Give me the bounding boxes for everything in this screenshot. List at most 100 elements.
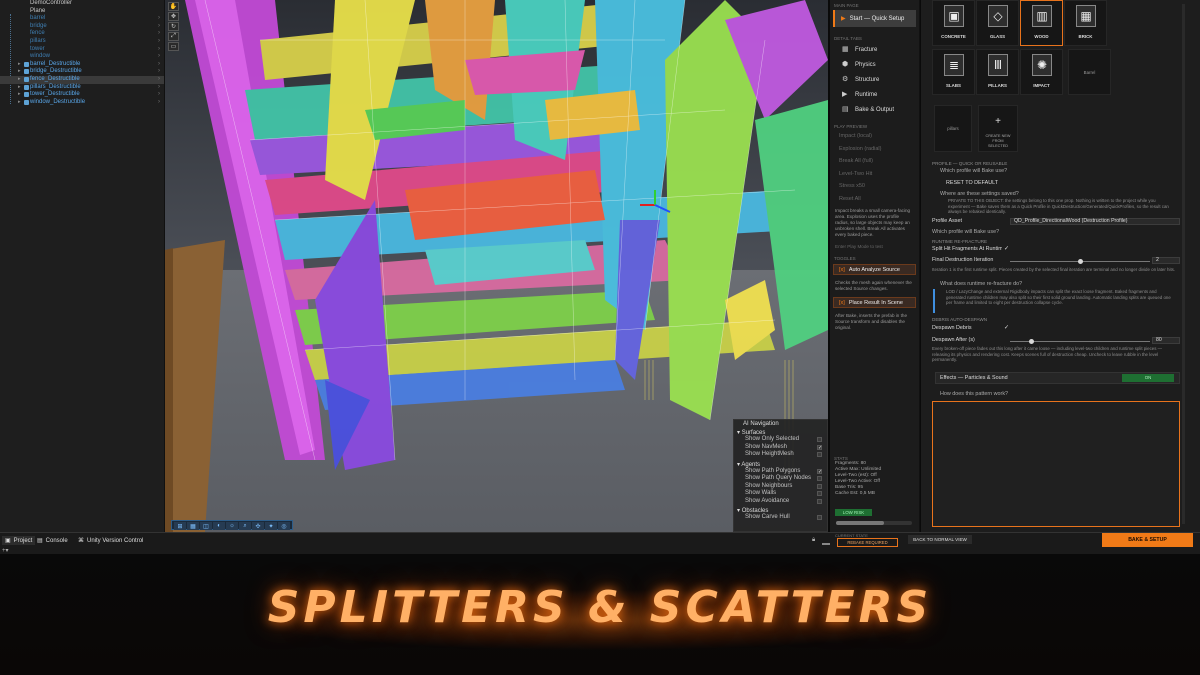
vertex-snap-icon[interactable]: ◫ bbox=[200, 522, 212, 530]
grid-snap-icon[interactable]: ⊞ bbox=[174, 522, 186, 530]
preview-action-button[interactable]: Explosion (radial) bbox=[830, 143, 919, 156]
preview-action-button[interactable]: Impact (local) bbox=[830, 130, 919, 143]
preview-action-button[interactable]: Level-Two Hit bbox=[830, 168, 919, 181]
move-tool-icon[interactable]: ✥ bbox=[168, 12, 179, 21]
pivot-icon[interactable]: ✣ bbox=[252, 522, 264, 530]
chevron-right-icon[interactable]: › bbox=[158, 99, 160, 107]
auto-analyze-toggle[interactable]: [x] Auto Analyze Source bbox=[833, 264, 916, 275]
expand-arrow-icon[interactable]: ▸ bbox=[18, 68, 21, 76]
zoom-icon[interactable]: ⌕ bbox=[239, 522, 251, 530]
console-tab[interactable]: ▤ Console bbox=[37, 536, 68, 545]
which-profile-foldout[interactable]: Which profile will Bake use? bbox=[940, 168, 1188, 174]
hierarchy-item[interactable]: pillars › bbox=[0, 38, 164, 46]
checkbox[interactable]: ✓ bbox=[817, 468, 822, 474]
checkbox[interactable] bbox=[817, 483, 822, 489]
material-tile[interactable]: ▣ CONCRETE bbox=[932, 0, 975, 46]
chevron-right-icon[interactable]: › bbox=[158, 68, 160, 76]
bake-and-setup-button[interactable]: BAKE & SETUP bbox=[1102, 533, 1193, 547]
hierarchy-item[interactable]: tower › bbox=[0, 46, 164, 54]
despawn-after-slider[interactable] bbox=[1010, 339, 1150, 344]
chevron-right-icon[interactable]: › bbox=[158, 15, 160, 23]
chevron-right-icon[interactable]: › bbox=[158, 61, 160, 69]
expand-arrow-icon[interactable]: ▸ bbox=[18, 61, 21, 69]
hierarchy-item[interactable]: ▸ tower_Destructible › bbox=[0, 91, 164, 99]
ai-nav-option[interactable]: Show Walls bbox=[737, 490, 824, 498]
profile-asset-field[interactable]: QD_Profile_DirectionalWood (Destruction … bbox=[1010, 218, 1180, 225]
ai-nav-option[interactable]: Show Path Query Nodes bbox=[737, 475, 824, 483]
effects-icon[interactable]: ✦ bbox=[265, 522, 277, 530]
gizmos-icon[interactable]: ◎ bbox=[278, 522, 290, 530]
despawn-after-field[interactable]: 80 bbox=[1152, 337, 1180, 344]
chevron-right-icon[interactable]: › bbox=[158, 91, 160, 99]
ai-nav-option[interactable]: Show Avoidance bbox=[737, 498, 824, 506]
preview-action-button[interactable]: Stress x50 bbox=[830, 180, 919, 193]
chevron-right-icon[interactable]: › bbox=[158, 23, 160, 31]
hierarchy-item[interactable]: ▸ barrel_Destructible › bbox=[0, 61, 164, 69]
checkbox[interactable] bbox=[817, 515, 822, 520]
material-tile[interactable]: Ⅲ PILLARS bbox=[976, 49, 1019, 95]
hierarchy-item[interactable]: bridge › bbox=[0, 23, 164, 31]
ai-nav-option[interactable]: Show Carve Hull bbox=[737, 514, 824, 522]
material-tile[interactable]: ✺ IMPACT bbox=[1020, 49, 1063, 95]
material-tile[interactable]: ▥ WOOD bbox=[1020, 0, 1063, 46]
version-control-tab[interactable]: ⌘ Unity Version Control bbox=[78, 536, 143, 545]
checkbox[interactable] bbox=[817, 452, 822, 457]
what-does-foldout[interactable]: What does runtime re-fracture do? bbox=[940, 281, 1188, 287]
expand-arrow-icon[interactable]: ▸ bbox=[18, 76, 21, 84]
chevron-right-icon[interactable]: › bbox=[158, 38, 160, 46]
rotate-tool-icon[interactable]: ↻ bbox=[168, 22, 179, 31]
lock-icon[interactable]: 🔒︎ bbox=[812, 536, 815, 545]
lighting-icon[interactable]: ☼ bbox=[226, 522, 238, 530]
material-tile[interactable]: ≣ SLABS bbox=[932, 49, 975, 95]
preview-action-button[interactable]: Break All (full) bbox=[830, 155, 919, 168]
ai-nav-option[interactable]: Show Only Selected bbox=[737, 436, 824, 444]
increment-snap-icon[interactable]: ▦ bbox=[187, 522, 199, 530]
ai-nav-option[interactable]: Show NavMesh ✓ bbox=[737, 444, 824, 452]
expand-arrow-icon[interactable]: ▸ bbox=[18, 84, 21, 92]
start-quick-setup-button[interactable]: ▶ Start — Quick Setup bbox=[833, 10, 916, 27]
tab-fracture[interactable]: ▦ Fracture bbox=[830, 42, 919, 57]
ai-nav-option[interactable]: Show HeightMesh bbox=[737, 451, 824, 459]
hierarchy-item[interactable]: ▸ fence_Destructible › bbox=[0, 75, 164, 84]
hierarchy-item[interactable]: barrel › bbox=[0, 15, 164, 23]
expand-arrow-icon[interactable]: ▸ bbox=[18, 99, 21, 107]
material-tile[interactable]: Barrel bbox=[1068, 49, 1111, 95]
hierarchy-item[interactable]: window › bbox=[0, 53, 164, 61]
reset-to-default-button[interactable]: RESET TO DEFAULT bbox=[946, 180, 1188, 186]
project-tab[interactable]: ▣ Project bbox=[2, 536, 36, 545]
material-tile[interactable]: ▦ BRICK bbox=[1064, 0, 1107, 46]
split-hit-checkbox[interactable]: ✓ bbox=[1004, 246, 1010, 252]
final-iteration-field[interactable]: 2 bbox=[1152, 257, 1180, 264]
ai-nav-section[interactable]: ▾ Agents bbox=[737, 461, 824, 468]
final-iteration-slider[interactable] bbox=[1010, 259, 1150, 264]
chevron-right-icon[interactable]: › bbox=[158, 76, 160, 84]
profile-tile-pillars[interactable]: pillars bbox=[934, 105, 972, 152]
create-profile-tile[interactable]: + CREATE NEW FROM SELECTED bbox=[978, 105, 1018, 152]
inspector-scrollbar[interactable] bbox=[1182, 4, 1185, 524]
chevron-right-icon[interactable]: › bbox=[158, 53, 160, 61]
slider-handle[interactable] bbox=[822, 543, 830, 545]
hierarchy-item[interactable]: ▸ pillars_Destructible › bbox=[0, 84, 164, 92]
hand-tool-icon[interactable]: ✋ bbox=[168, 2, 179, 11]
ai-nav-option[interactable]: Show Neighbours bbox=[737, 483, 824, 491]
scene-viewport[interactable]: ✋ ✥ ↻ ⤢ ▭ ⊞ ▦ ◫ ◐ ☼ ⌕ ✣ ✦ ◎ bbox=[165, 0, 828, 532]
chevron-right-icon[interactable]: › bbox=[158, 46, 160, 54]
despawn-debris-checkbox[interactable]: ✓ bbox=[1004, 325, 1010, 331]
ai-nav-section[interactable]: ▾ Surfaces bbox=[737, 429, 824, 436]
which-profile-foldout-2[interactable]: Which profile will Bake use? bbox=[932, 229, 1188, 235]
panel-scrollbar[interactable] bbox=[836, 521, 912, 525]
tab-runtime[interactable]: ▶ Runtime bbox=[830, 87, 919, 102]
chevron-right-icon[interactable]: › bbox=[158, 30, 160, 38]
ai-nav-section[interactable]: ▾ Obstacles bbox=[737, 507, 824, 514]
hierarchy-item[interactable]: Plane bbox=[0, 8, 164, 16]
where-saved-foldout[interactable]: Where are these settings saved? bbox=[940, 191, 1188, 197]
hierarchy-item[interactable]: ▸ bridge_Destructible › bbox=[0, 68, 164, 76]
ai-nav-option[interactable]: Show Path Polygons ✓ bbox=[737, 468, 824, 476]
camera-icon[interactable]: ◐ bbox=[213, 522, 225, 530]
checkbox[interactable] bbox=[817, 476, 822, 481]
expand-arrow-icon[interactable]: ▸ bbox=[18, 91, 21, 99]
back-to-normal-view-button[interactable]: BACK TO NORMAL VIEW bbox=[908, 535, 972, 544]
slider-knob[interactable] bbox=[1029, 339, 1034, 344]
slider-knob[interactable] bbox=[1078, 259, 1083, 264]
checkbox[interactable]: ✓ bbox=[817, 444, 822, 450]
